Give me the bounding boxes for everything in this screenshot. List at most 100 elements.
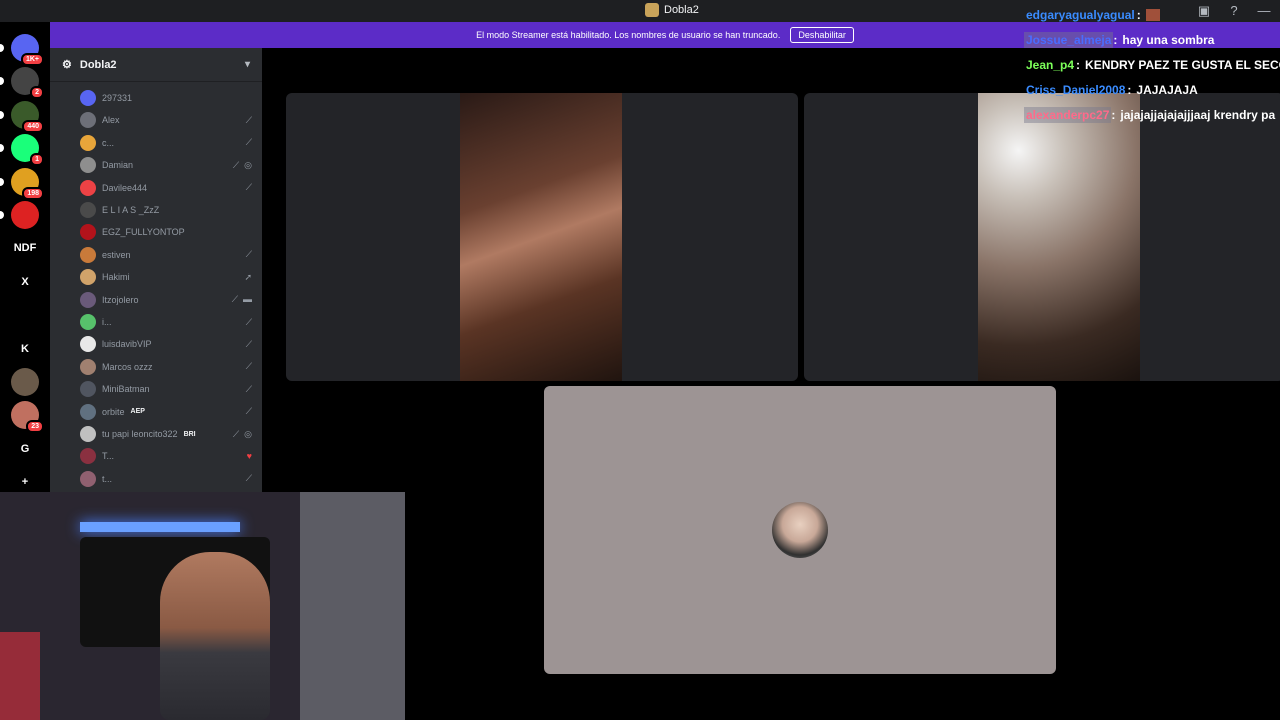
mic-off-icon: ⟋ bbox=[245, 473, 252, 484]
mic-off-icon: ⟋ bbox=[231, 294, 238, 305]
avatar bbox=[80, 269, 96, 286]
mic-off-icon: ⟋ bbox=[245, 383, 252, 394]
notification-badge: 23 bbox=[26, 420, 44, 434]
notification-badge: 198 bbox=[22, 186, 44, 200]
voice-member[interactable]: Itzojolero ⟋ ▬ bbox=[80, 290, 252, 310]
server-g-icon[interactable]: G bbox=[11, 435, 39, 463]
voice-member[interactable]: estiven ⟋ bbox=[80, 245, 252, 265]
server-header[interactable]: ⚙ Dobla2 ▾ bbox=[50, 48, 262, 82]
avatar bbox=[80, 202, 96, 218]
gear-icon: ⚙ bbox=[62, 59, 72, 71]
member-name: Damian bbox=[102, 160, 134, 171]
server-spiderman-icon[interactable] bbox=[11, 201, 39, 229]
member-name: orbite bbox=[102, 406, 125, 417]
member-name: T... bbox=[102, 451, 115, 462]
video-icon: ▬ bbox=[243, 294, 252, 305]
emote-icon bbox=[1145, 8, 1160, 21]
voice-member[interactable]: i... ⟋ bbox=[80, 312, 252, 332]
member-name: Hakimi bbox=[102, 272, 130, 283]
discord-home-icon[interactable]: 1K+ bbox=[11, 34, 44, 66]
chat-username: alexanderpc27 bbox=[1024, 106, 1112, 123]
member-name: Davilee444 bbox=[102, 182, 148, 193]
mic-off-icon: ⟋ bbox=[245, 182, 252, 193]
server-app-icon[interactable]: 198 bbox=[11, 167, 44, 200]
server-name: Dobla2 bbox=[79, 58, 117, 71]
chat-username: Jossue_almeja bbox=[1024, 31, 1114, 48]
video-tile-1[interactable] bbox=[286, 93, 798, 381]
mic-off-icon: ⟋ bbox=[245, 114, 252, 125]
voice-member[interactable]: Hakimi ➚ bbox=[80, 267, 252, 287]
rocket-icon: ➚ bbox=[244, 271, 252, 282]
avatar bbox=[80, 157, 96, 174]
deaf-icon: ◎ bbox=[244, 159, 252, 170]
voice-channel-sidebar: ⚙ Dobla2 ▾ 297331 Alex ⟋ c... ⟋ Damian ⟋ ◎ Davil… bbox=[50, 48, 262, 492]
chat-text: JAJAJAJA bbox=[1136, 82, 1198, 97]
chat-message: Jean_p4: KENDRY PAEZ TE GUSTA EL SECO bbox=[1024, 52, 1280, 77]
participant-avatar bbox=[772, 502, 828, 558]
mic-off-icon: ⟋ bbox=[245, 361, 252, 372]
mic-off-icon: ⟋ bbox=[245, 338, 252, 349]
avatar bbox=[80, 314, 96, 330]
voice-member[interactable]: T... ♥ bbox=[80, 446, 252, 466]
voice-member[interactable]: t... ⟋ bbox=[80, 469, 252, 489]
voice-member[interactable]: luisdavibVIP ⟋ bbox=[80, 334, 252, 354]
member-name: tu papi leoncito322 bbox=[102, 429, 178, 439]
participant-video bbox=[978, 93, 1140, 381]
voice-member[interactable]: EGZ_FULLYONTOP bbox=[80, 222, 252, 242]
voice-member[interactable]: Marcos ozzz ⟋ bbox=[80, 357, 252, 377]
video-stage bbox=[262, 48, 1280, 720]
unread-indicator bbox=[0, 77, 4, 86]
voice-member[interactable]: orbite AEP ⟋ bbox=[80, 402, 252, 422]
chat-text: KENDRY PAEZ TE GUSTA EL SECO bbox=[1085, 57, 1280, 72]
chat-username: Criss_Daniel2008 bbox=[1026, 82, 1126, 97]
mic-off-icon: ⟋ bbox=[232, 428, 240, 439]
avatar bbox=[80, 358, 96, 375]
unread-indicator bbox=[0, 110, 4, 119]
avatar bbox=[80, 381, 96, 398]
member-name: Itzojolero bbox=[102, 294, 139, 305]
server-folder-icon[interactable] bbox=[11, 301, 39, 329]
server-ndf-icon[interactable]: NDF bbox=[11, 234, 39, 262]
voice-member[interactable]: tu papi leoncito322 BRI ⟋ ◎ bbox=[80, 424, 252, 444]
avatar bbox=[80, 426, 96, 442]
heart-icon: ♥ bbox=[246, 451, 252, 462]
video-tile-2[interactable] bbox=[804, 93, 1280, 381]
avatar bbox=[80, 224, 96, 241]
member-name: EGZ_FULLYONTOP bbox=[102, 227, 185, 238]
disable-button[interactable]: Deshabilitar bbox=[790, 27, 854, 43]
avatar bbox=[80, 179, 96, 196]
voice-member[interactable]: E L I A S _ZzZ bbox=[80, 200, 252, 220]
avatar bbox=[80, 403, 96, 420]
stream-chat-overlay: edgaryagualyagual: Jossue_almeja: hay una … bbox=[1024, 2, 1280, 127]
mic-off-icon: ⟋ bbox=[245, 137, 252, 148]
server-kick-icon[interactable]: 1 bbox=[11, 134, 44, 167]
avatar bbox=[80, 470, 96, 487]
voice-member[interactable]: 297331 bbox=[80, 88, 252, 108]
mic-off-icon: ⟋ bbox=[245, 316, 252, 327]
voice-member[interactable]: MiniBatman ⟋ bbox=[80, 379, 252, 399]
member-tag: AEP bbox=[130, 408, 145, 416]
server-photo-icon[interactable] bbox=[11, 368, 39, 396]
server-avatar-1-icon[interactable]: 2 bbox=[11, 67, 44, 100]
chat-message: alexanderpc27: jajajajjajajajjjaaj krendr… bbox=[1024, 106, 1276, 123]
member-name: 297331 bbox=[102, 93, 133, 103]
voice-member[interactable]: Alex ⟋ bbox=[80, 110, 252, 130]
voice-member[interactable]: Damian ⟋ ◎ bbox=[80, 155, 252, 175]
voice-member[interactable]: Davilee444 ⟋ bbox=[80, 178, 252, 198]
server-icon bbox=[645, 3, 659, 17]
streamer-webcam bbox=[0, 492, 405, 720]
participant-video bbox=[460, 93, 622, 381]
voice-member[interactable]: c... ⟋ bbox=[80, 133, 252, 153]
server-k-icon[interactable]: K bbox=[11, 335, 39, 363]
video-tile-3[interactable] bbox=[544, 386, 1056, 674]
member-name: luisdavibVIP bbox=[102, 339, 152, 350]
avatar bbox=[80, 246, 96, 263]
server-face-icon[interactable]: 23 bbox=[11, 401, 44, 434]
member-name: c... bbox=[102, 137, 115, 148]
chat-message: edgaryagualyagual: bbox=[1024, 2, 1280, 27]
banner-text: El modo Streamer está habilitado. Los no… bbox=[476, 30, 781, 40]
chevron-down-icon[interactable]: ▾ bbox=[245, 59, 250, 70]
server-x-icon[interactable]: X bbox=[11, 268, 39, 296]
server-minecraft-icon[interactable]: 440 bbox=[11, 100, 44, 133]
notification-badge: 440 bbox=[22, 119, 44, 133]
